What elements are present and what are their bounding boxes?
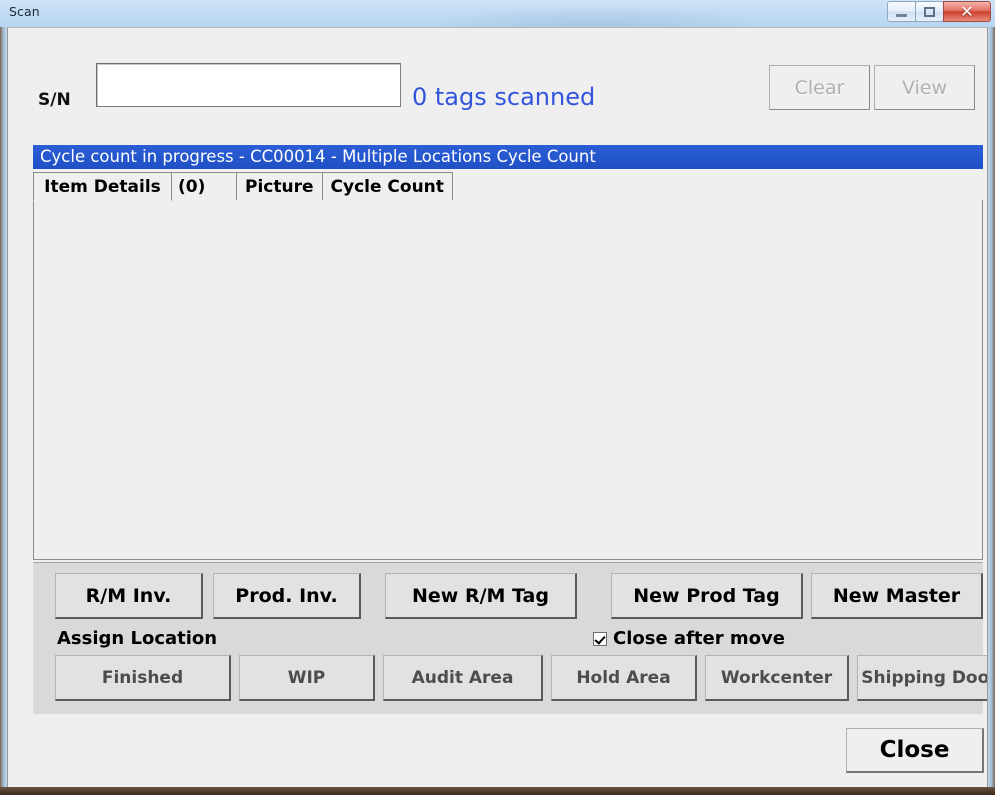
location-audit-area-button[interactable]: Audit Area	[383, 655, 543, 701]
checkbox-checked-icon[interactable]	[593, 631, 607, 646]
application-window: Scan ✕ S/N 0 tags scanned Clear View Cyc…	[0, 0, 995, 795]
assign-location-label: Assign Location	[57, 628, 218, 649]
title-bar[interactable]: Scan ✕	[0, 0, 995, 27]
tab-strip-filler	[451, 173, 983, 201]
serial-number-input[interactable]	[96, 63, 401, 107]
tab-count[interactable]: (0)	[171, 172, 237, 201]
window-controls: ✕	[887, 1, 991, 22]
window-frame-bottom-edge	[0, 787, 995, 795]
cycle-count-status-band: Cycle count in progress - CC00014 - Mult…	[33, 145, 983, 169]
tab-content-empty-area	[35, 201, 981, 558]
tags-scanned-status: 0 tags scanned	[412, 83, 596, 111]
minimize-button[interactable]	[887, 1, 916, 22]
window-frame-right-edge	[988, 27, 995, 795]
tab-picture[interactable]: Picture	[236, 172, 323, 201]
close-window-button[interactable]: ✕	[943, 1, 991, 22]
new-prod-tag-button[interactable]: New Prod Tag	[611, 573, 803, 619]
clear-button[interactable]: Clear	[769, 65, 870, 110]
client-area: S/N 0 tags scanned Clear View Cycle coun…	[7, 27, 988, 788]
new-master-button[interactable]: New Master	[811, 573, 983, 619]
prod-inventory-button[interactable]: Prod. Inv.	[213, 573, 361, 619]
tab-item-details[interactable]: Item Details	[33, 172, 172, 201]
new-rm-tag-button[interactable]: New R/M Tag	[385, 573, 577, 619]
close-after-move-label: Close after move	[613, 628, 785, 649]
rm-inventory-button[interactable]: R/M Inv.	[55, 573, 203, 619]
tab-content-panel	[33, 200, 983, 560]
scan-row: S/N 0 tags scanned Clear View	[8, 28, 987, 120]
view-button[interactable]: View	[874, 65, 975, 110]
window-frame-left-edge	[0, 27, 7, 795]
location-shipping-door-button[interactable]: Shipping Door	[857, 655, 987, 701]
location-workcenter-button[interactable]: Workcenter	[705, 655, 849, 701]
window-title: Scan	[9, 4, 40, 19]
maximize-button[interactable]	[915, 1, 944, 22]
restore-icon	[924, 6, 935, 17]
location-hold-area-button[interactable]: Hold Area	[551, 655, 697, 701]
close-dialog-button[interactable]: Close	[846, 728, 984, 773]
tab-strip: Item Details (0) Picture Cycle Count	[33, 172, 983, 201]
location-wip-button[interactable]: WIP	[239, 655, 375, 701]
minimize-icon	[896, 14, 907, 17]
close-after-move-checkbox[interactable]: Close after move	[593, 628, 785, 649]
serial-number-label: S/N	[38, 90, 71, 110]
action-panel: R/M Inv. Prod. Inv. New R/M Tag New Prod…	[33, 562, 987, 714]
close-icon: ✕	[960, 1, 974, 21]
tab-cycle-count[interactable]: Cycle Count	[321, 172, 453, 201]
location-finished-button[interactable]: Finished	[55, 655, 231, 701]
